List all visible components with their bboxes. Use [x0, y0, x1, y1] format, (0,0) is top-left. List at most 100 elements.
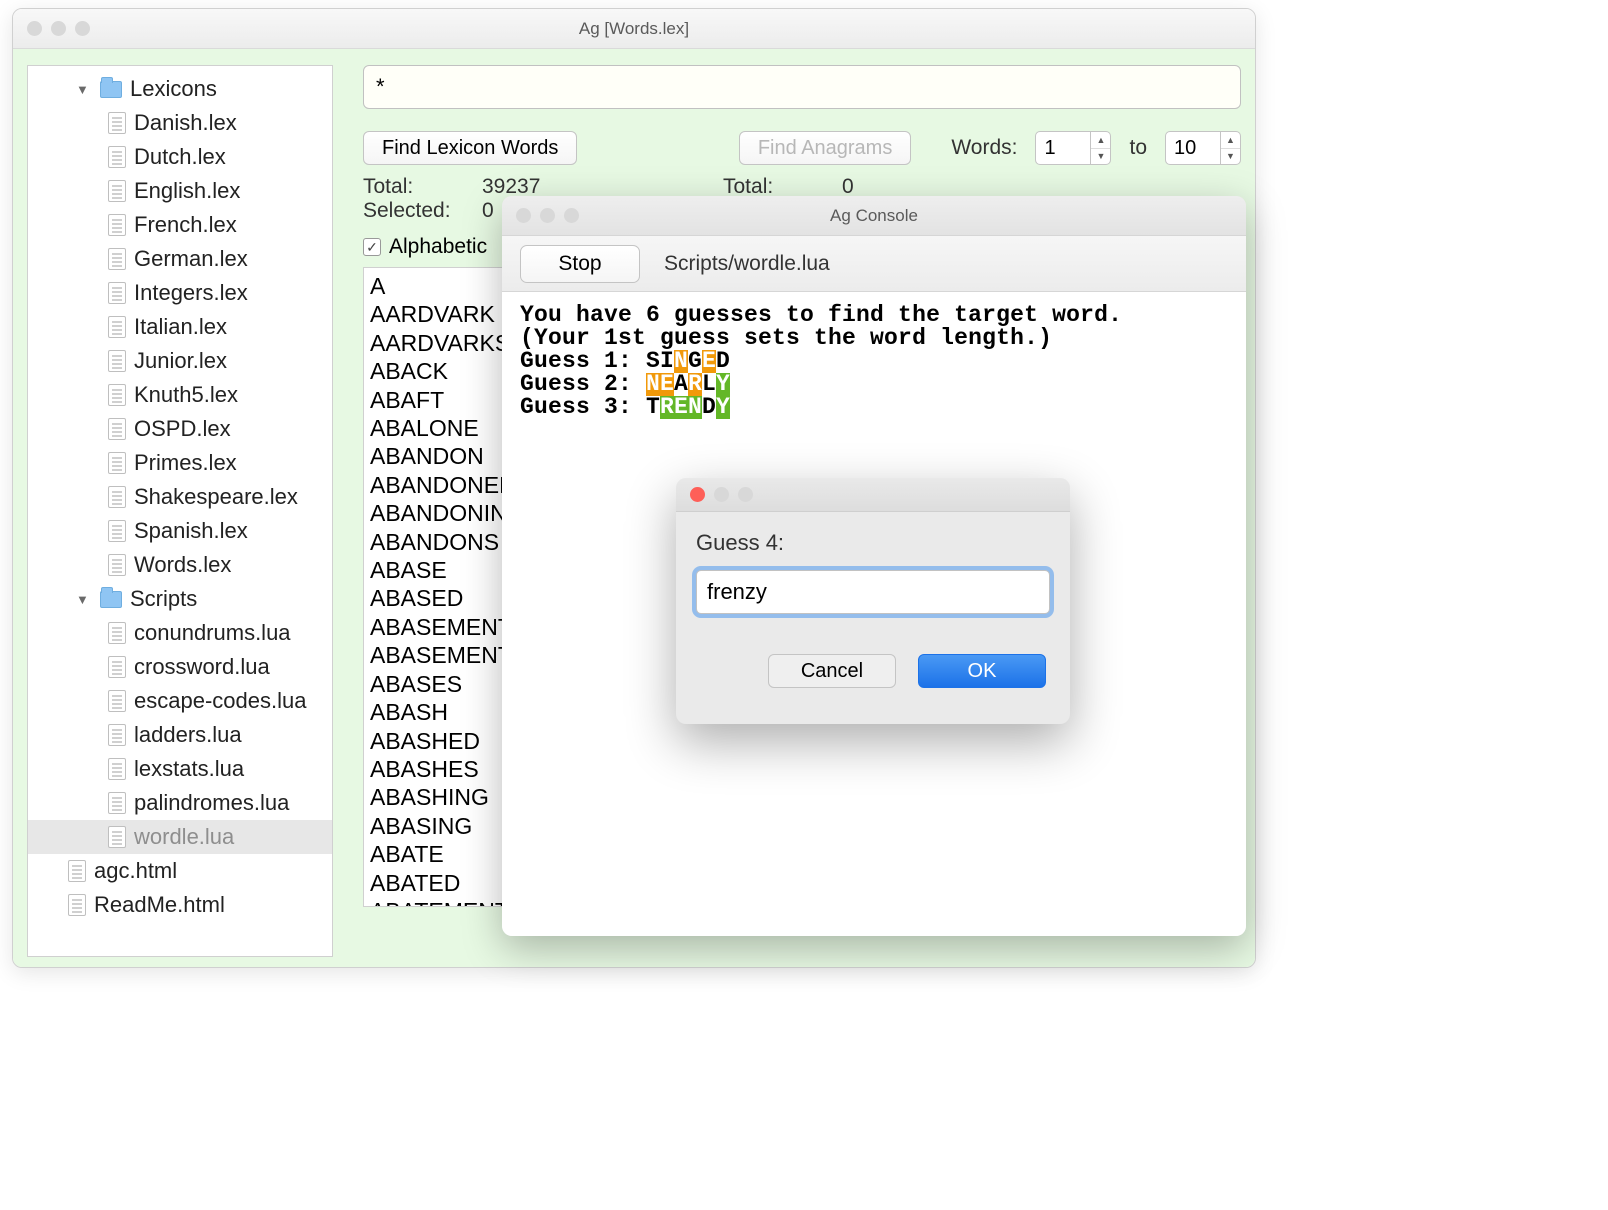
chevron-down-icon[interactable]: ▼ — [1221, 149, 1240, 165]
tree-item-label: Shakespeare.lex — [134, 484, 298, 510]
tree-item-label: Spanish.lex — [134, 518, 248, 544]
tree-item-label: Knuth5.lex — [134, 382, 238, 408]
window-title: Ag [Words.lex] — [13, 19, 1255, 39]
chevron-up-icon[interactable]: ▲ — [1091, 132, 1110, 149]
minimize-icon[interactable] — [51, 21, 66, 36]
tree-item-label: palindromes.lua — [134, 790, 289, 816]
words-min-input[interactable] — [1035, 131, 1091, 165]
guess-dialog: Guess 4: Cancel OK — [676, 478, 1070, 724]
tree-item[interactable]: Spanish.lex — [28, 514, 332, 548]
tree-item[interactable]: Shakespeare.lex — [28, 480, 332, 514]
minimize-icon — [714, 487, 729, 502]
tree-item[interactable]: Danish.lex — [28, 106, 332, 140]
file-icon — [108, 248, 126, 270]
tree-item[interactable]: Primes.lex — [28, 446, 332, 480]
file-icon — [108, 452, 126, 474]
tree-item-label: lexstats.lua — [134, 756, 244, 782]
tree-folder-label: Scripts — [130, 586, 197, 612]
words-max-stepper[interactable]: ▲▼ — [1221, 131, 1241, 165]
tree-item-label: German.lex — [134, 246, 248, 272]
alphabetical-checkbox[interactable]: ✓ — [363, 238, 381, 256]
cancel-button[interactable]: Cancel — [768, 654, 896, 688]
file-icon — [108, 826, 126, 848]
minimize-icon[interactable] — [540, 208, 555, 223]
zoom-icon[interactable] — [75, 21, 90, 36]
file-icon — [108, 758, 126, 780]
tree-item[interactable]: escape-codes.lua — [28, 684, 332, 718]
tree-item[interactable]: Knuth5.lex — [28, 378, 332, 412]
close-icon[interactable] — [690, 487, 705, 502]
zoom-icon[interactable] — [564, 208, 579, 223]
tree-item[interactable]: lexstats.lua — [28, 752, 332, 786]
sidebar-tree[interactable]: ▼Lexicons Danish.lex Dutch.lex English.lexF… — [27, 65, 333, 957]
file-icon — [68, 860, 86, 882]
file-icon — [108, 554, 126, 576]
file-icon — [108, 418, 126, 440]
file-icon — [108, 690, 126, 712]
to-label: to — [1129, 136, 1147, 160]
tree-item[interactable]: French.lex — [28, 208, 332, 242]
tree-item[interactable]: Italian.lex — [28, 310, 332, 344]
tree-folder[interactable]: ▼ Scripts — [28, 582, 332, 616]
wordle-tile: E — [702, 350, 716, 373]
tree-item[interactable]: Junior.lex — [28, 344, 332, 378]
tree-item-label: OSPD.lex — [134, 416, 231, 442]
console-title: Ag Console — [502, 206, 1246, 226]
tree-folder[interactable]: ▼Lexicons — [28, 72, 332, 106]
tree-item-label: ReadMe.html — [94, 892, 225, 918]
file-icon — [108, 520, 126, 542]
total-label: Total: — [363, 175, 458, 199]
tree-item[interactable]: English.lex — [28, 174, 332, 208]
console-toolbar: Stop Scripts/wordle.lua — [502, 236, 1246, 292]
tree-item[interactable]: conundrums.lua — [28, 616, 332, 650]
tree-item[interactable]: OSPD.lex — [28, 412, 332, 446]
selected-value: 0 — [482, 199, 494, 223]
tree-item-label: Dutch.lex — [134, 144, 226, 170]
tree-item[interactable]: ReadMe.html — [28, 888, 332, 922]
chevron-down-icon[interactable]: ▼ — [76, 82, 92, 97]
close-icon[interactable] — [27, 21, 42, 36]
dialog-titlebar — [676, 478, 1070, 512]
tree-item[interactable]: agc.html — [28, 854, 332, 888]
alphabetical-label: Alphabetic — [389, 235, 487, 259]
tree-item[interactable]: wordle.lua — [28, 820, 332, 854]
tree-item-label: Primes.lex — [134, 450, 237, 476]
tree-item[interactable]: Integers.lex — [28, 276, 332, 310]
wordle-tile: D — [716, 350, 730, 373]
file-icon — [108, 282, 126, 304]
tree-item[interactable]: Dutch.lex — [28, 140, 332, 174]
wordle-tile: S — [646, 350, 660, 373]
search-input[interactable] — [363, 65, 1241, 109]
tree-item[interactable]: German.lex — [28, 242, 332, 276]
wordle-tile: D — [702, 396, 716, 419]
chevron-up-icon[interactable]: ▲ — [1221, 132, 1240, 149]
stop-button[interactable]: Stop — [520, 245, 640, 283]
tree-item[interactable]: Words.lex — [28, 548, 332, 582]
wordle-tile: N — [674, 350, 688, 373]
console-titlebar: Ag Console — [502, 196, 1246, 236]
words-max-input[interactable] — [1165, 131, 1221, 165]
file-icon — [108, 656, 126, 678]
file-icon — [108, 384, 126, 406]
tree-item[interactable]: ladders.lua — [28, 718, 332, 752]
console-traffic — [516, 208, 579, 223]
find-anagrams-button[interactable]: Find Anagrams — [739, 131, 912, 165]
tree-item[interactable]: crossword.lua — [28, 650, 332, 684]
find-lexicon-button[interactable]: Find Lexicon Words — [363, 131, 577, 165]
wordle-tile: N — [688, 396, 702, 419]
close-icon[interactable] — [516, 208, 531, 223]
chevron-down-icon[interactable]: ▼ — [76, 592, 92, 607]
tree-item-label: Junior.lex — [134, 348, 227, 374]
guess-input[interactable] — [696, 570, 1050, 614]
tree-item[interactable]: palindromes.lua — [28, 786, 332, 820]
tree-item-label: Danish.lex — [134, 110, 237, 136]
wordle-tile: A — [674, 373, 688, 396]
file-icon — [108, 792, 126, 814]
file-icon — [108, 316, 126, 338]
words-label: Words: — [951, 136, 1017, 160]
file-icon — [108, 112, 126, 134]
ok-button[interactable]: OK — [918, 654, 1046, 688]
words-min-stepper[interactable]: ▲▼ — [1091, 131, 1111, 165]
chevron-down-icon[interactable]: ▼ — [1091, 149, 1110, 165]
wordle-tile: Y — [716, 396, 730, 419]
